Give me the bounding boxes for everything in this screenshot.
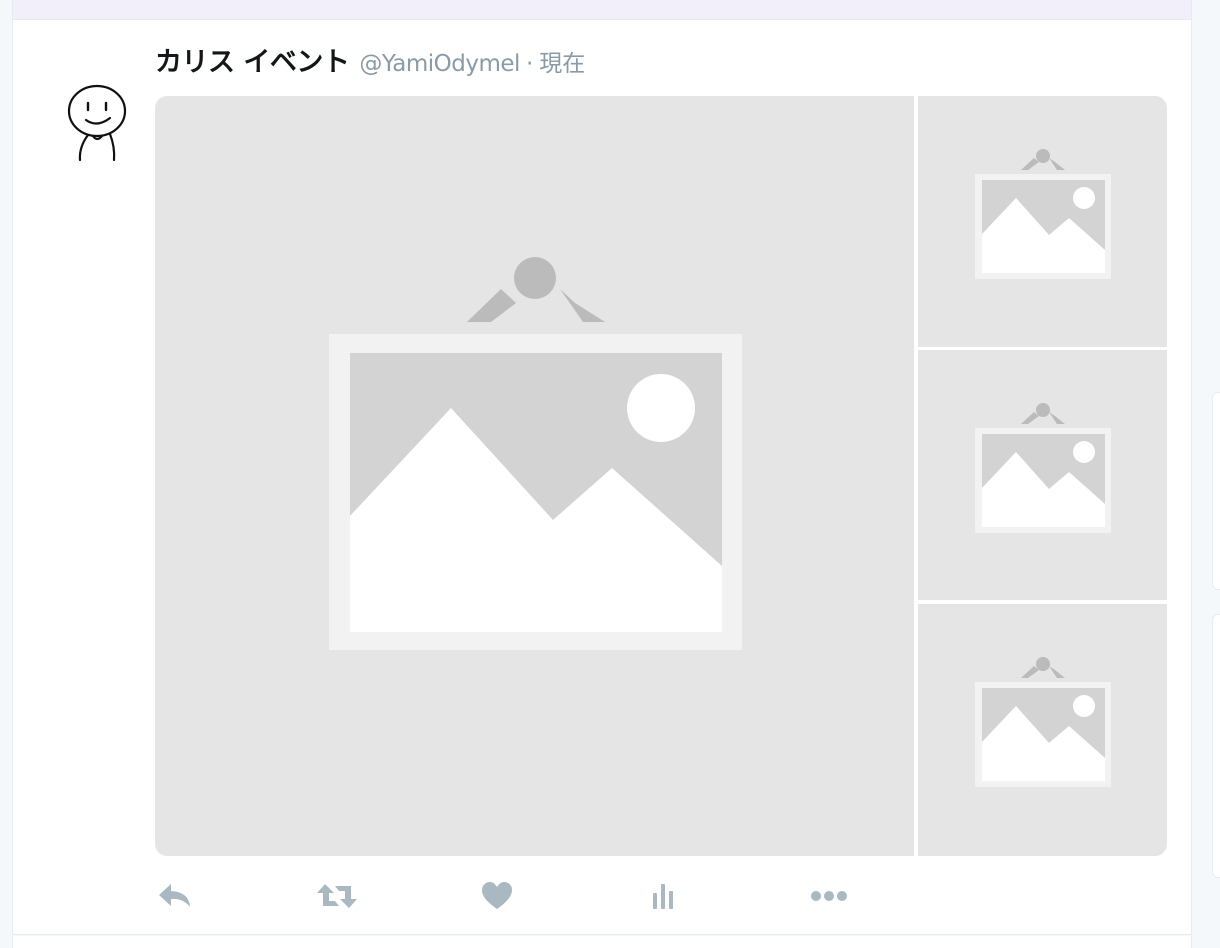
retweet-icon — [317, 884, 357, 908]
media-image-3[interactable] — [918, 350, 1167, 600]
image-placeholder-icon — [329, 257, 742, 650]
media-image-1[interactable] — [155, 96, 914, 856]
image-placeholder-icon — [975, 149, 1111, 279]
tweet-header: カリス イベント @YamiOdymel · 現在 — [155, 40, 585, 80]
reply-button[interactable] — [147, 876, 203, 916]
previous-tweet-edge — [12, 0, 1192, 20]
tweet-timestamp[interactable]: 現在 — [539, 44, 585, 78]
display-name[interactable]: カリス イベント — [155, 40, 350, 79]
avatar[interactable] — [53, 52, 143, 167]
next-tweet-edge — [12, 936, 1192, 948]
analytics-button[interactable] — [635, 876, 691, 916]
media-image-2[interactable] — [918, 96, 1167, 347]
like-button[interactable] — [469, 876, 525, 916]
sidebar-card — [1212, 392, 1220, 590]
more-icon — [811, 891, 847, 901]
user-handle[interactable]: @YamiOdymel — [359, 51, 520, 77]
reply-icon — [159, 884, 190, 907]
heart-icon — [482, 882, 512, 909]
media-grid — [155, 96, 1167, 856]
retweet-button[interactable] — [309, 876, 365, 916]
analytics-icon — [653, 884, 673, 909]
media-image-4[interactable] — [918, 604, 1167, 856]
image-placeholder-icon — [975, 403, 1111, 533]
more-button[interactable] — [801, 876, 857, 916]
tweet[interactable]: カリス イベント @YamiOdymel · 現在 — [12, 20, 1192, 935]
sidebar-card — [1212, 614, 1220, 878]
header-separator: · — [525, 51, 534, 77]
tweet-actions — [155, 876, 855, 916]
image-placeholder-icon — [975, 657, 1111, 787]
